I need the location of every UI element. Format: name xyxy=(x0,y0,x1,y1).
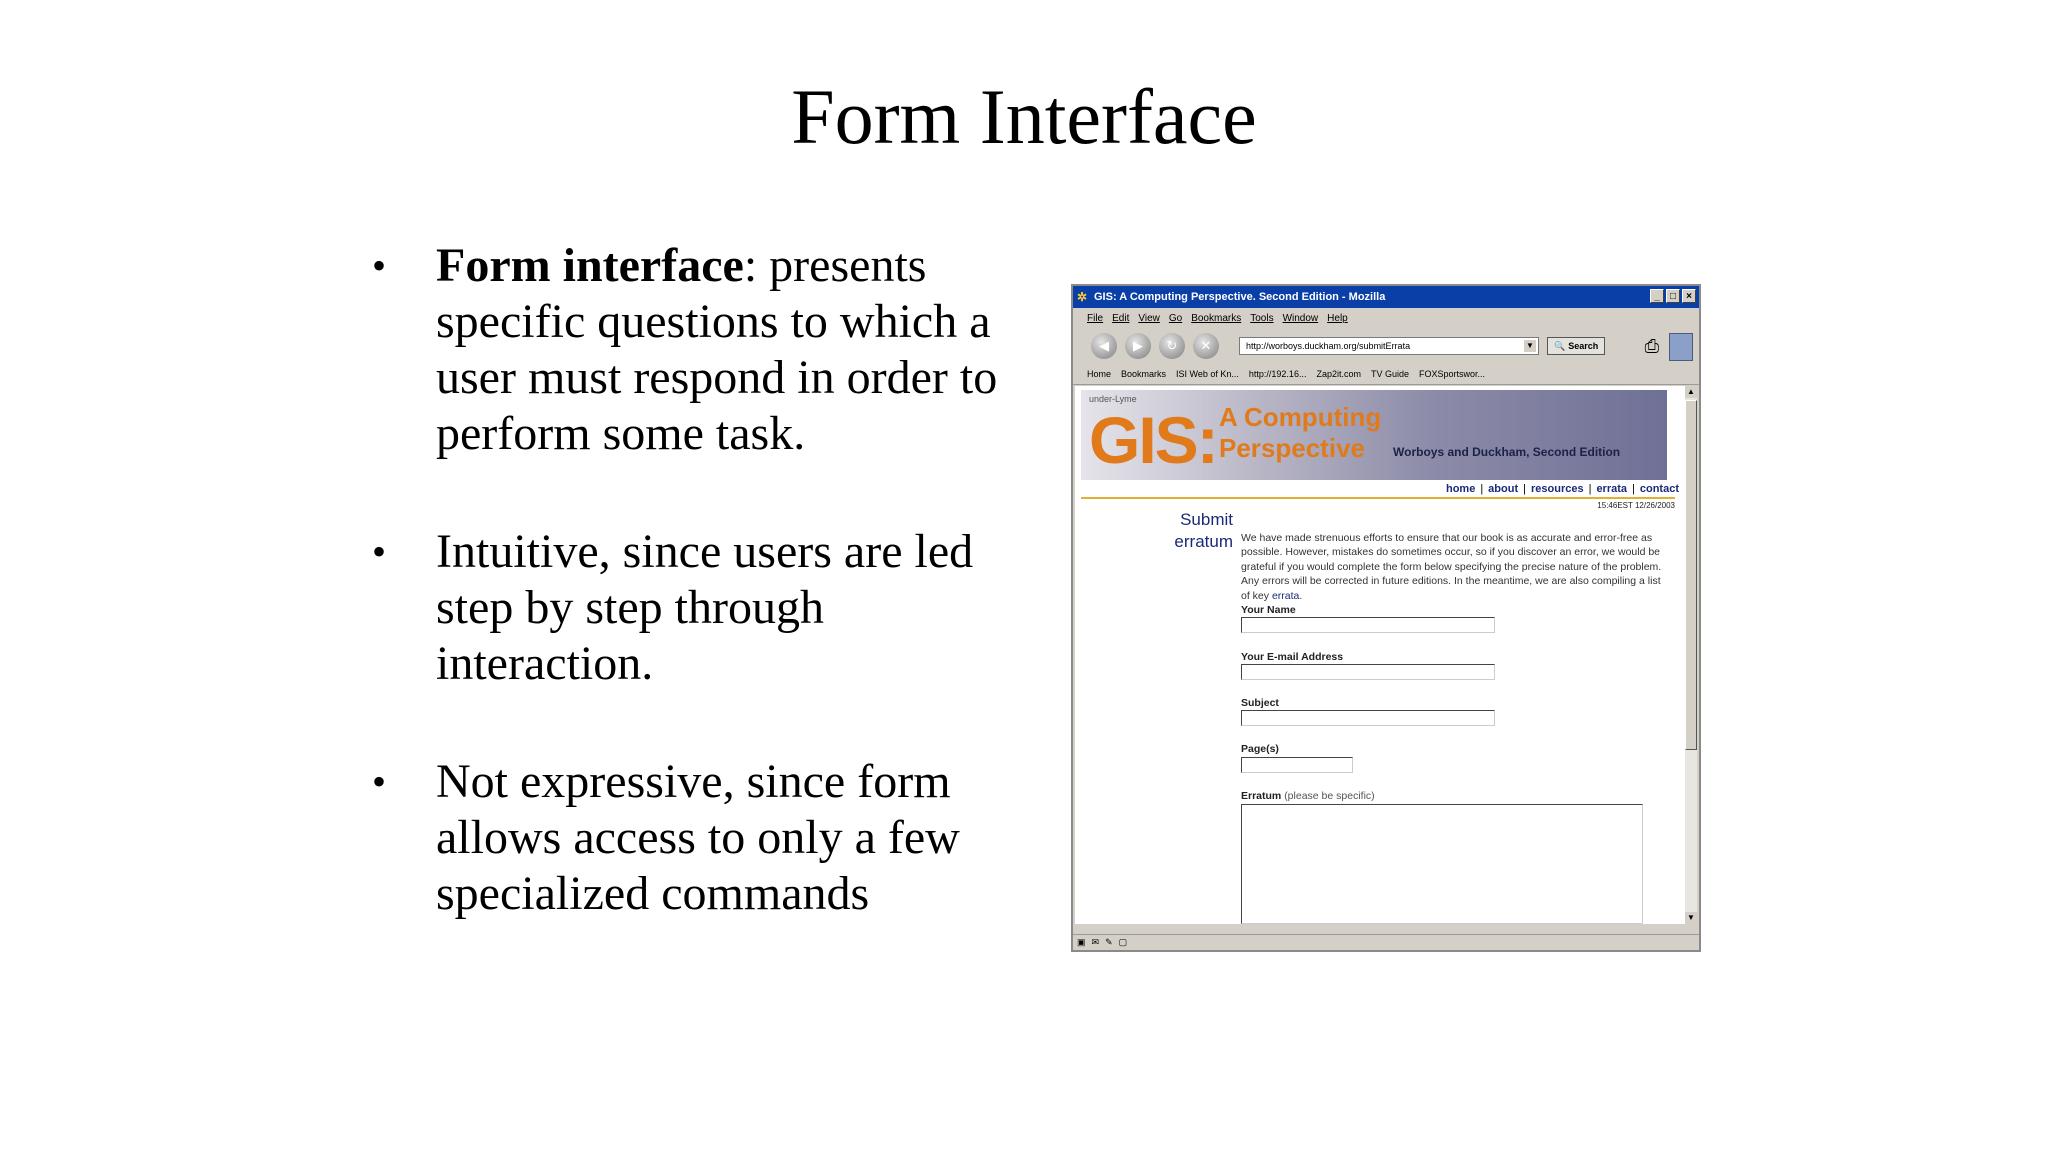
bullet-list: • Form interface: presents specific ques… xyxy=(372,238,1052,984)
timestamp: 15:46EST 12/26/2003 xyxy=(1597,501,1675,510)
window-titlebar: ✲ GIS: A Computing Perspective. Second E… xyxy=(1073,286,1699,308)
maximize-button[interactable]: □ xyxy=(1666,289,1680,303)
nav-separator: | xyxy=(1588,483,1592,495)
menu-help[interactable]: Help xyxy=(1327,313,1348,324)
intro-paragraph: We have made strenuous efforts to ensure… xyxy=(1241,532,1662,602)
intro-text: We have made strenuous efforts to ensure… xyxy=(1241,532,1662,602)
bullet-dot-icon: • xyxy=(372,759,387,804)
url-field[interactable]: http://worboys.duckham.org/submitErrata … xyxy=(1239,337,1539,355)
nav-link-contact[interactable]: contact xyxy=(1640,483,1679,495)
menu-view[interactable]: View xyxy=(1138,313,1160,324)
scroll-down-icon[interactable]: ▼ xyxy=(1685,912,1697,924)
url-text: http://worboys.duckham.org/submitErrata xyxy=(1246,341,1411,351)
email-field[interactable] xyxy=(1241,664,1495,680)
bookmark-foxsports[interactable]: FOXSportswor... xyxy=(1419,369,1485,379)
menu-file[interactable]: File xyxy=(1087,313,1103,324)
bookmark-tvguide[interactable]: TV Guide xyxy=(1371,369,1409,379)
nav-separator: | xyxy=(1523,483,1526,495)
scroll-thumb[interactable] xyxy=(1685,400,1697,750)
banner-subtitle-2: Perspective xyxy=(1219,433,1365,463)
bookmarks-toolbar: Home Bookmarks ISI Web of Kn... http://1… xyxy=(1073,364,1699,385)
subject-field[interactable] xyxy=(1241,710,1495,726)
close-button[interactable]: × xyxy=(1682,289,1696,303)
errata-link[interactable]: errata xyxy=(1272,590,1299,602)
url-dropdown-icon[interactable]: ▼ xyxy=(1524,340,1536,352)
search-label: Search xyxy=(1568,341,1599,351)
site-banner: under-Lyme GIS: A Computing Perspective … xyxy=(1081,390,1667,480)
erratum-label-text: Erratum xyxy=(1241,790,1282,802)
reload-button[interactable]: ↻ xyxy=(1159,333,1185,359)
menu-window[interactable]: Window xyxy=(1283,313,1319,324)
banner-logo: GIS: xyxy=(1089,403,1219,477)
menu-tools[interactable]: Tools xyxy=(1250,313,1273,324)
name-field[interactable] xyxy=(1241,617,1495,633)
status-icon-1[interactable]: ▣ xyxy=(1077,937,1086,948)
window-title: GIS: A Computing Perspective. Second Edi… xyxy=(1094,291,1386,303)
email-label: Your E-mail Address xyxy=(1241,651,1344,663)
vertical-scrollbar[interactable]: ▲ ▼ xyxy=(1685,386,1697,924)
page-viewport: under-Lyme GIS: A Computing Perspective … xyxy=(1075,386,1687,924)
minimize-button[interactable]: _ xyxy=(1650,289,1664,303)
site-nav: home | about | resources | errata | cont… xyxy=(1446,483,1679,495)
bullet-text: Intuitive, since users are led step by s… xyxy=(436,525,974,690)
bullet-item: • Form interface: presents specific ques… xyxy=(372,238,1052,462)
menu-go[interactable]: Go xyxy=(1169,313,1182,324)
scroll-up-icon[interactable]: ▲ xyxy=(1685,386,1697,398)
nav-divider xyxy=(1081,497,1675,499)
erratum-label: Erratum (please be specific) xyxy=(1241,790,1375,802)
page-heading: Submit erratum xyxy=(1137,509,1233,553)
erratum-textarea[interactable] xyxy=(1241,804,1643,924)
bullet-item: • Intuitive, since users are led step by… xyxy=(372,524,1052,692)
bookmark-isi[interactable]: ISI Web of Kn... xyxy=(1176,369,1239,379)
composer-icon[interactable]: ✎ xyxy=(1105,937,1113,948)
bookmark-ip[interactable]: http://192.16... xyxy=(1249,369,1307,379)
stop-button[interactable]: ✕ xyxy=(1193,333,1219,359)
bullet-dot-icon: • xyxy=(372,243,387,288)
bullet-bold-term: Form interface xyxy=(436,239,744,292)
banner-authors: Worboys and Duckham, Second Edition xyxy=(1393,445,1621,459)
erratum-hint: (please be specific) xyxy=(1284,790,1375,802)
pages-field[interactable] xyxy=(1241,757,1353,773)
nav-separator: | xyxy=(1632,483,1635,495)
mozilla-icon: ✲ xyxy=(1077,290,1088,304)
nav-link-about[interactable]: about xyxy=(1488,483,1518,495)
bullet-item: • Not expressive, since form allows acce… xyxy=(372,754,1052,922)
status-icon-4[interactable]: ▢ xyxy=(1119,937,1128,948)
menu-bookmarks[interactable]: Bookmarks xyxy=(1191,313,1241,324)
slide-title: Form Interface xyxy=(791,73,1257,160)
throbber-icon xyxy=(1669,333,1693,361)
menu-bar: File Edit View Go Bookmarks Tools Window… xyxy=(1073,308,1699,328)
print-icon[interactable]: ⎙ xyxy=(1645,336,1659,357)
forward-button[interactable]: ▶ xyxy=(1125,333,1151,359)
search-icon: 🔍 xyxy=(1554,340,1566,351)
menu-edit[interactable]: Edit xyxy=(1112,313,1129,324)
heading-line-1: Submit xyxy=(1180,510,1233,529)
nav-separator: | xyxy=(1480,483,1484,495)
pages-label: Page(s) xyxy=(1241,743,1279,755)
search-button[interactable]: 🔍 Search xyxy=(1547,337,1606,355)
browser-screenshot: ✲ GIS: A Computing Perspective. Second E… xyxy=(1071,284,1701,952)
back-button[interactable]: ◀ xyxy=(1091,333,1117,359)
subject-label: Subject xyxy=(1241,697,1279,709)
nav-link-home[interactable]: home xyxy=(1446,483,1475,495)
bookmark-zap2it[interactable]: Zap2it.com xyxy=(1316,369,1361,379)
bullet-text: Not expressive, since form allows access… xyxy=(436,755,960,920)
heading-line-2: erratum xyxy=(1174,532,1233,551)
bullet-dot-icon: • xyxy=(372,529,387,574)
bookmark-home[interactable]: Home xyxy=(1087,369,1111,379)
bookmark-bookmarks[interactable]: Bookmarks xyxy=(1121,369,1166,379)
status-bar: ▣ ✉ ✎ ▢ xyxy=(1073,934,1699,950)
name-label: Your Name xyxy=(1241,604,1296,616)
nav-link-errata[interactable]: errata xyxy=(1596,483,1627,495)
mail-icon[interactable]: ✉ xyxy=(1092,937,1100,948)
nav-link-resources[interactable]: resources xyxy=(1531,483,1584,495)
banner-subtitle-1: A Computing xyxy=(1219,402,1382,432)
navigation-toolbar: ◀ ▶ ↻ ✕ http://worboys.duckham.org/submi… xyxy=(1073,328,1699,364)
